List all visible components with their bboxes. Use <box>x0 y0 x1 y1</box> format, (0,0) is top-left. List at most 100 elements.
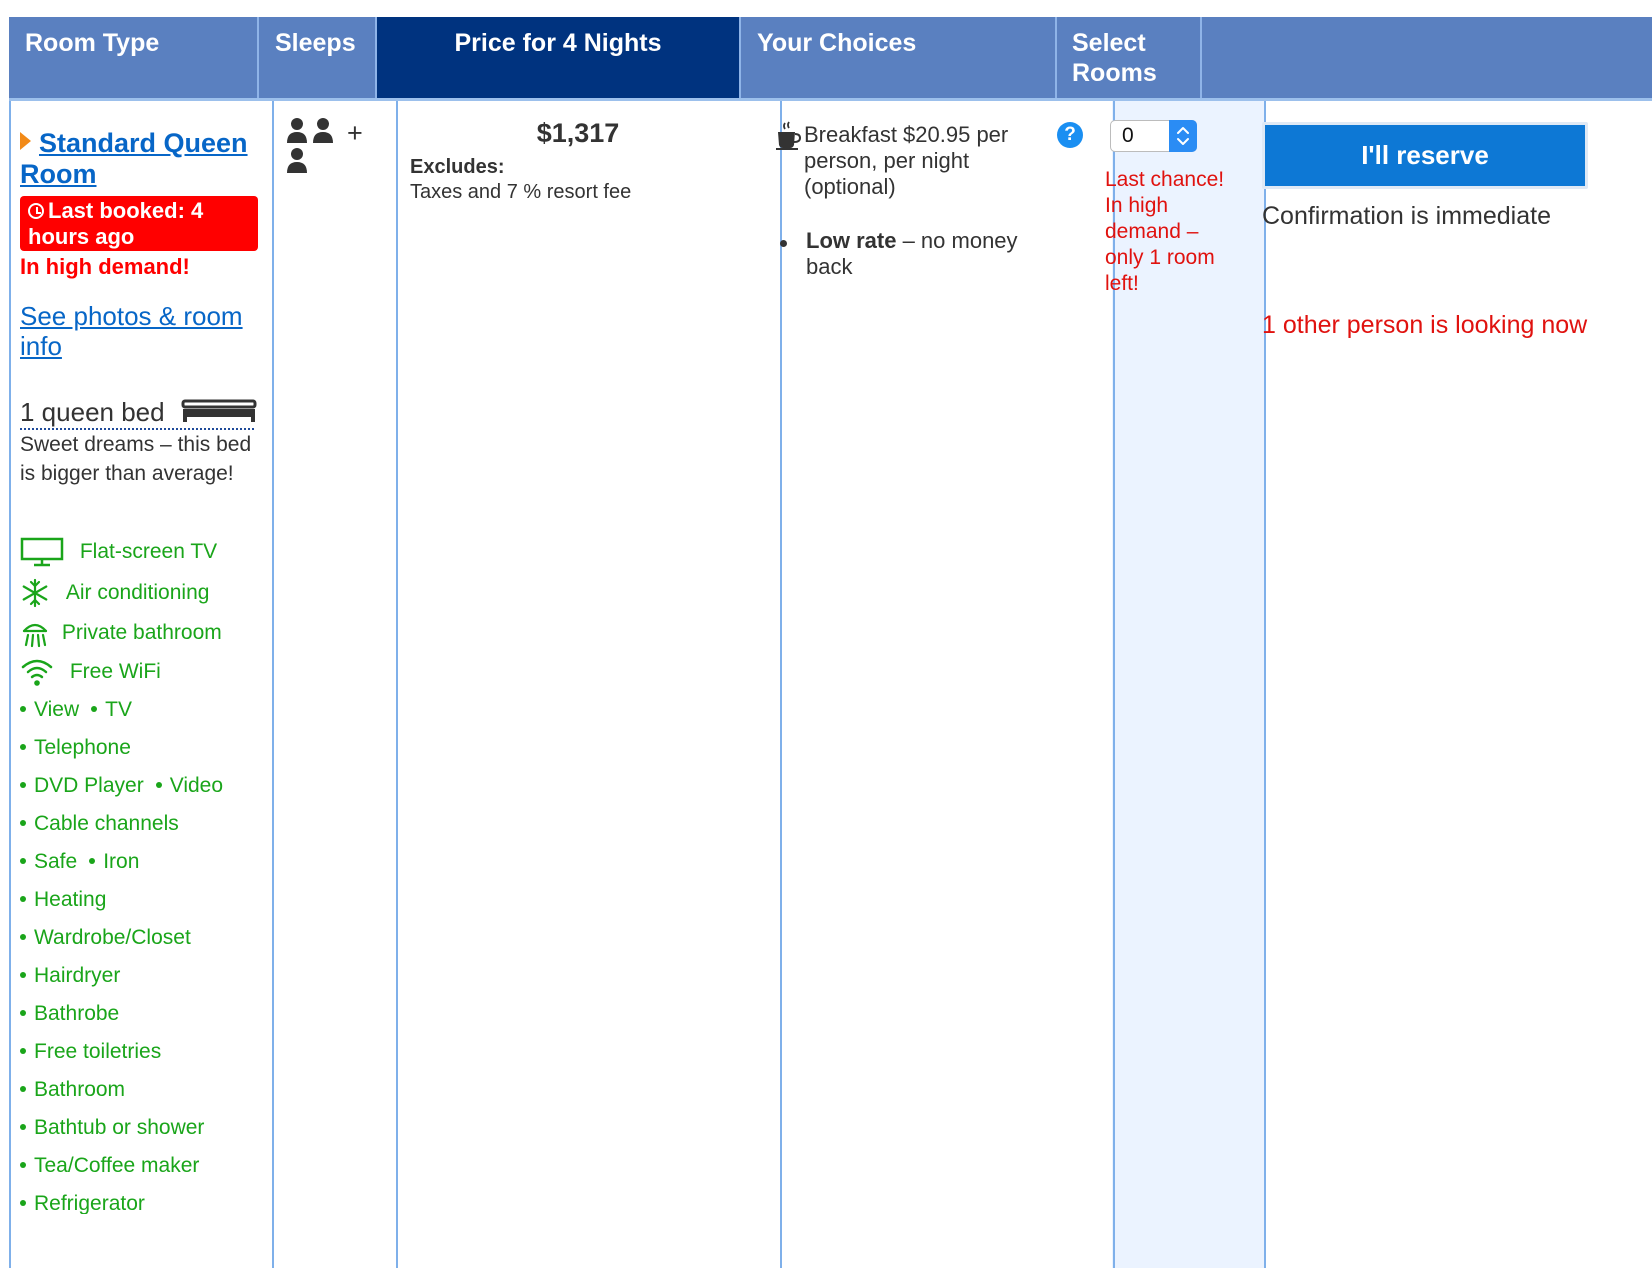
header-select-rooms-line2: Rooms <box>1072 59 1157 87</box>
amenity-row: Safe Iron <box>20 850 139 874</box>
last-chance-warning: Last chance! In high demand – only 1 roo… <box>1105 168 1225 295</box>
facility-label: Flat-screen TV <box>79 539 218 563</box>
amenity-item: Telephone <box>34 736 131 759</box>
column-divider <box>780 101 782 1268</box>
amenity-item: Bathtub or shower <box>34 1116 205 1139</box>
select-stepper[interactable] <box>1169 120 1197 152</box>
price-amount: $1,317 <box>536 118 620 148</box>
bullet-icon <box>20 706 26 712</box>
bullet-icon <box>20 1200 26 1206</box>
column-divider <box>1264 101 1266 1268</box>
rate-bold: Low rate <box>806 228 897 253</box>
amenity-item: Iron <box>103 850 140 873</box>
bed-type[interactable]: 1 queen bed <box>20 397 257 430</box>
bullet-icon <box>20 858 26 864</box>
bullet-icon <box>20 782 26 788</box>
facility-flat-screen-tv: Flat-screen TV <box>20 537 217 567</box>
amenity-row: View TV <box>20 698 132 722</box>
amenity-row: Bathroom <box>20 1078 125 1102</box>
bullet-icon <box>20 820 26 826</box>
tv-icon <box>20 537 64 567</box>
bullet-icon <box>20 1162 26 1168</box>
facility-free-wifi: Free WiFi <box>20 656 161 688</box>
excludes-label: Excludes: <box>410 156 505 178</box>
bed-type-label: 1 queen bed <box>20 397 165 427</box>
amenity-row: Refrigerator <box>20 1192 145 1214</box>
bullet-icon <box>89 858 96 864</box>
column-divider <box>396 101 398 1268</box>
room-title-link[interactable]: Standard Queen Room <box>20 128 248 189</box>
amenity-row: Cable channels <box>20 812 179 836</box>
high-demand-text: In high demand! <box>20 254 190 279</box>
bed-description: Sweet dreams – this bed is bigger than a… <box>20 433 252 485</box>
excludes-text: Taxes and 7 % resort fee <box>410 181 632 203</box>
amenity-item: Heating <box>34 888 107 911</box>
amenity-row: Wardrobe/Closet <box>20 926 191 950</box>
amenity-row: Tea/Coffee maker <box>20 1154 199 1178</box>
bullet-icon <box>20 1048 26 1054</box>
amenity-item: Refrigerator <box>34 1192 145 1214</box>
amenity-row: Hairdryer <box>20 964 120 988</box>
amenity-row: Bathrobe <box>20 1002 119 1026</box>
amenity-item: Video <box>169 774 224 797</box>
header-select-rooms: Select Rooms <box>1057 17 1202 98</box>
occupancy-icon <box>287 118 333 173</box>
header-room-type: Room Type <box>25 29 160 57</box>
alarm-clock-icon <box>28 203 44 219</box>
header-price[interactable]: Price for 4 Nights <box>377 17 739 98</box>
header-divider <box>1200 17 1202 98</box>
expand-triangle-icon <box>20 132 31 150</box>
bullet-icon <box>20 744 26 750</box>
help-icon[interactable]: ? <box>1057 122 1083 148</box>
amenity-row: DVD Player Video <box>20 774 223 798</box>
column-divider <box>9 101 11 1268</box>
facility-air-conditioning: Air conditioning <box>20 578 209 608</box>
room-quantity-value: 0 <box>1122 124 1134 147</box>
last-booked-badge: Last booked: 4 hours ago <box>20 196 258 251</box>
amenity-item: Safe <box>34 850 78 873</box>
amenity-row: Telephone <box>20 736 131 760</box>
bullet-icon <box>20 1086 26 1092</box>
bullet-icon <box>20 1124 26 1130</box>
amenity-row: Free toiletries <box>20 1040 161 1064</box>
bullet-icon <box>20 1010 26 1016</box>
reserve-button[interactable]: I'll reserve <box>1262 122 1588 189</box>
rate-condition: Low rate – no money back <box>806 228 1056 280</box>
last-booked-text: Last booked: 4 hours ago <box>28 198 204 249</box>
facility-label: Free WiFi <box>69 659 161 683</box>
sleeps-plus: + <box>347 118 363 148</box>
snowflake-icon <box>22 578 48 608</box>
header-select-rooms-line1: Select <box>1072 29 1146 57</box>
breakfast-option: Breakfast $20.95 per person, per night (… <box>804 122 1009 199</box>
bullet-icon <box>780 240 787 247</box>
amenity-item: Bathroom <box>34 1078 126 1101</box>
header-sleeps: Sleeps <box>275 29 356 57</box>
facility-label: Air conditioning <box>65 580 210 604</box>
bed-icon <box>181 399 257 422</box>
amenity-item: Free toiletries <box>34 1040 162 1063</box>
confirmation-text: Confirmation is immediate <box>1262 202 1551 230</box>
header-choices: Your Choices <box>757 29 917 57</box>
amenity-item: View <box>34 698 80 721</box>
header-underline <box>9 98 1652 101</box>
chevron-up-down-icon <box>1177 127 1189 145</box>
table-header: Room Type Sleeps Price for 4 Nights Your… <box>9 17 1652 98</box>
price-excludes: Excludes: Taxes and 7 % resort fee <box>410 155 631 205</box>
room-title[interactable]: Standard Queen Room <box>20 128 260 190</box>
room-quantity-select[interactable]: 0 <box>1110 120 1197 152</box>
amenity-row: Heating <box>20 888 106 912</box>
facility-label: Private bathroom <box>61 620 222 644</box>
amenity-item: Hairdryer <box>34 964 121 987</box>
coffee-cup-icon <box>776 121 802 150</box>
amenity-item: Wardrobe/Closet <box>34 926 191 949</box>
amenity-row: Bathtub or shower <box>20 1116 204 1140</box>
bullet-icon <box>155 782 162 788</box>
amenity-item: TV <box>105 698 132 721</box>
bullet-icon <box>20 896 26 902</box>
wifi-icon <box>21 659 53 686</box>
photos-room-info-link[interactable]: See photos & room info <box>20 301 265 361</box>
column-divider <box>272 101 274 1268</box>
shower-icon <box>22 623 48 648</box>
bullet-icon <box>20 972 26 978</box>
people-looking-text: 1 other person is looking now <box>1262 311 1588 339</box>
